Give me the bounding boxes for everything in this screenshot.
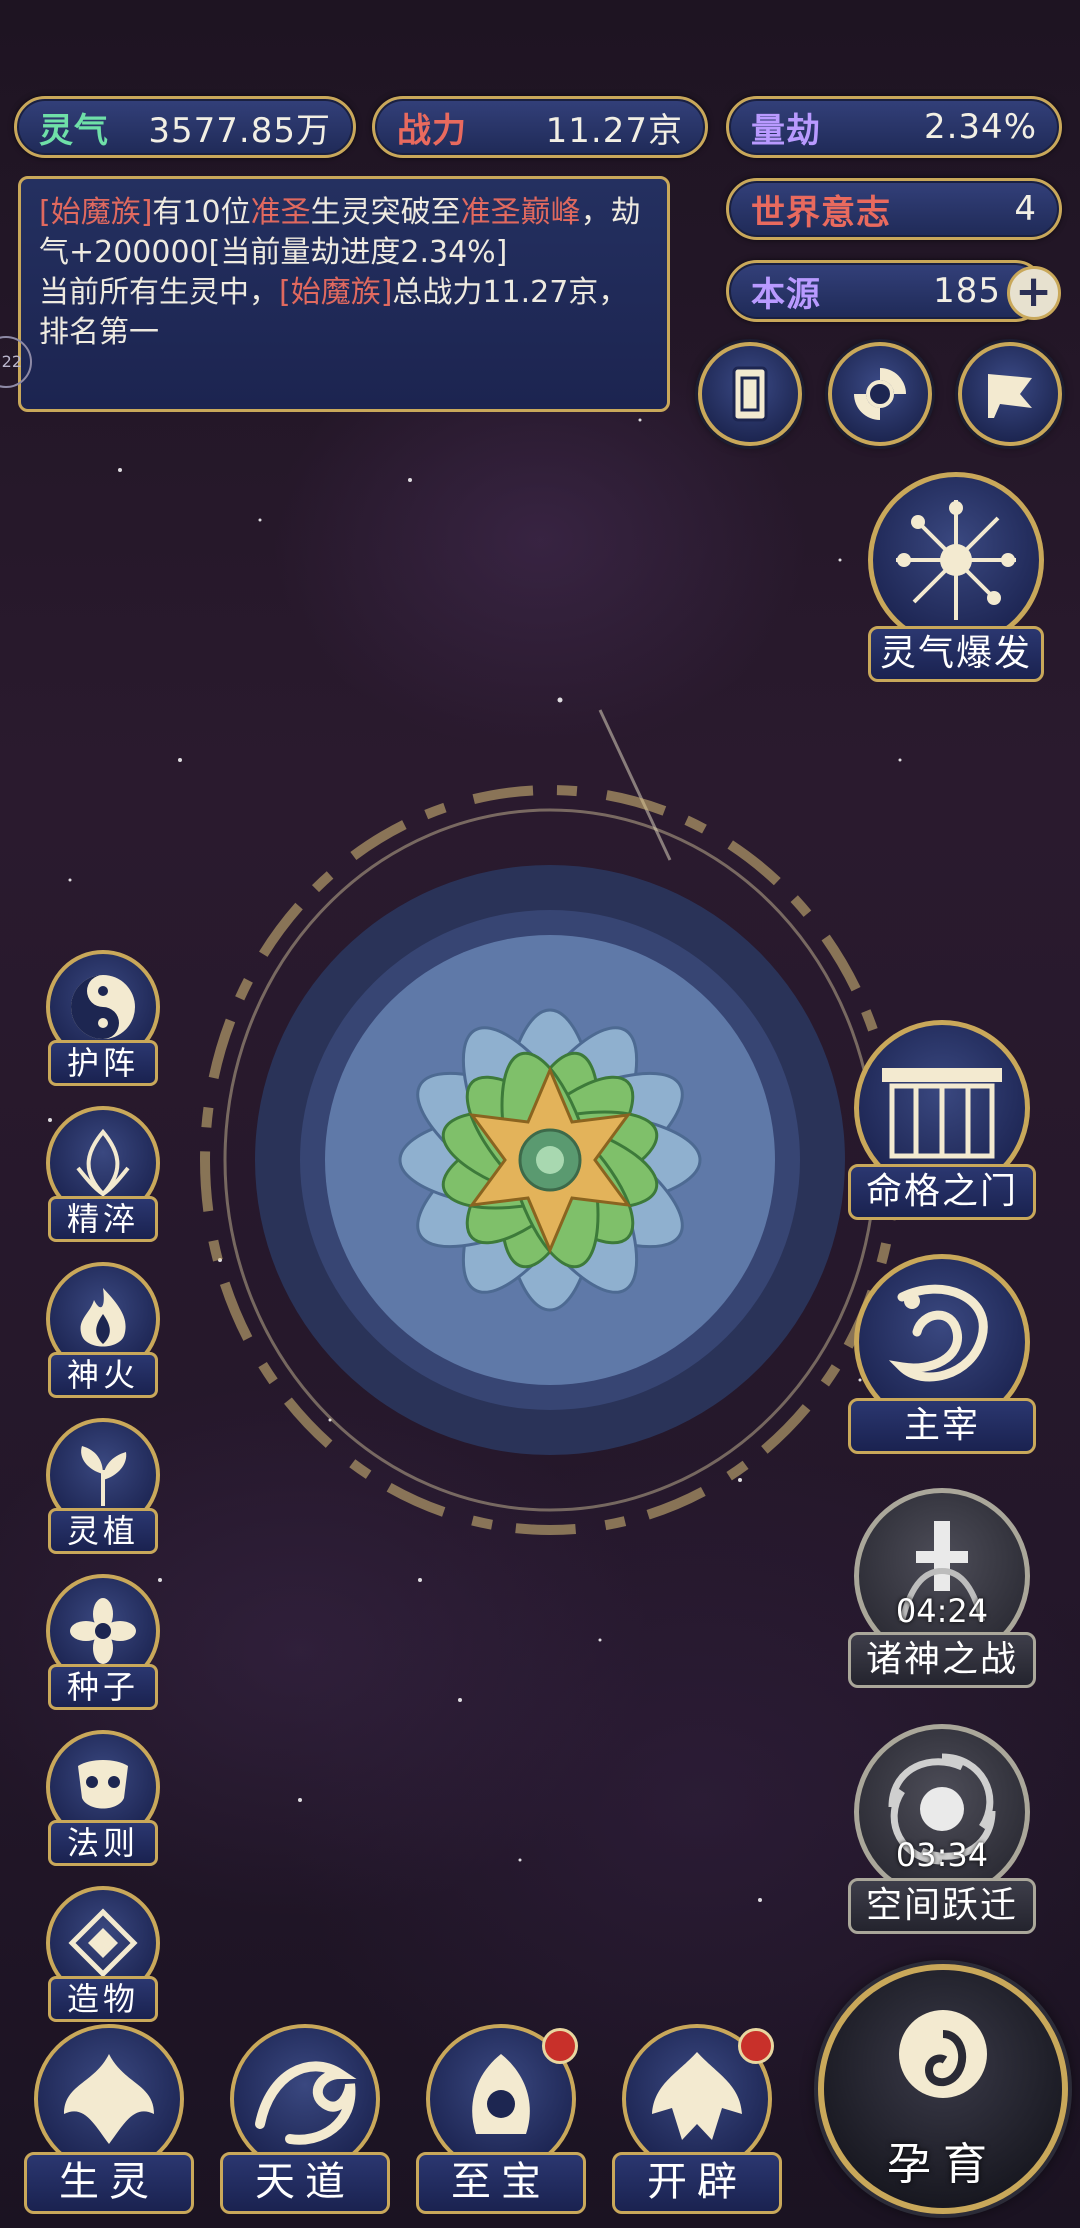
zhanli-stat: 战力 11.27京 [372, 96, 708, 158]
bottom-btn-label: 至宝 [416, 2152, 586, 2214]
bottom-btn-tiandao[interactable]: 天道 [220, 2024, 390, 2214]
gate-icon [882, 1068, 1002, 1159]
world-planet[interactable] [180, 760, 920, 1560]
right-btn-gods-war[interactable]: 04:24 诸神之战 [842, 1488, 1042, 1688]
notification-badge [542, 2028, 578, 2064]
log-text-1b: 生灵突破至 [310, 195, 461, 230]
burst-label: 灵气爆发 [868, 626, 1044, 682]
zhanli-value: 11.27京 [545, 110, 683, 151]
left-btn-shen-huo[interactable]: 神火 [40, 1262, 166, 1398]
bottom-btn-label: 开辟 [612, 2152, 782, 2214]
right-btn-label: 主宰 [848, 1398, 1036, 1454]
right-btn-label: 空间跃迁 [848, 1878, 1036, 1934]
liangjie-value: 2.34% [923, 107, 1037, 147]
axe-icon [652, 2052, 742, 2140]
left-btn-label: 护阵 [48, 1040, 158, 1086]
bottom-btn-label: 生灵 [24, 2152, 194, 2214]
log-tag-1: [始魔族] [39, 195, 153, 230]
yunyu-main-button[interactable]: 孕育 [818, 1964, 1068, 2214]
left-btn-label: 灵植 [48, 1508, 158, 1554]
left-btn-label: 精淬 [48, 1196, 158, 1242]
left-btn-zhong-zi[interactable]: 种子 [40, 1574, 166, 1710]
flag-button[interactable] [958, 342, 1062, 446]
treasure-icon [472, 2054, 530, 2134]
phoenix-icon [64, 2054, 154, 2144]
mask-icon [78, 1760, 128, 1809]
right-btn-mingge-gate[interactable]: 命格之门 [842, 1020, 1042, 1220]
log-tag-2: [始魔族] [279, 275, 393, 310]
yunyu-label: 孕育 [887, 2139, 999, 2190]
burst-button[interactable]: 灵气爆发 [856, 472, 1056, 682]
burst-disc [868, 472, 1044, 648]
left-btn-ling-zhi[interactable]: 灵植 [40, 1418, 166, 1554]
left-btn-jing-cui[interactable]: 精淬 [40, 1106, 166, 1242]
bottom-btn-shengling[interactable]: 生灵 [24, 2024, 194, 2214]
fire-icon [80, 1288, 126, 1347]
plant-icon [81, 1446, 127, 1506]
space-jump-timer: 03:34 [895, 1836, 989, 1874]
event-log: [始魔族]有10位准圣生灵突破至准圣巅峰，劫气+200000[当前量劫进度2.3… [18, 176, 670, 412]
right-btn-space-jump[interactable]: 03:34 空间跃迁 [842, 1724, 1042, 1934]
lingqi-value: 3577.85万 [148, 110, 331, 151]
benyuan-value: 185 [933, 271, 1001, 311]
left-btn-label: 造物 [48, 1976, 158, 2022]
zhanli-label: 战力 [397, 110, 467, 151]
flower-icon [70, 1598, 136, 1664]
right-btn-zhuzai[interactable]: 主宰 [842, 1254, 1042, 1454]
benyuan-stat: 本源 185 + [726, 260, 1061, 322]
log-rank-2: 准圣巅峰 [460, 195, 581, 230]
log-text-2a: 当前所有生灵中， [39, 275, 279, 310]
benyuan-add-button[interactable]: + [1007, 266, 1061, 320]
liangjie-label: 量劫 [751, 110, 821, 151]
left-btn-fa-ze[interactable]: 法则 [40, 1730, 166, 1866]
notification-badge [738, 2028, 774, 2064]
card-icon [732, 366, 768, 422]
left-btn-zao-wu[interactable]: 造物 [40, 1886, 166, 2022]
lingqi-label: 灵气 [39, 110, 109, 151]
right-btn-label: 命格之门 [848, 1164, 1036, 1220]
flag-icon [988, 374, 1032, 418]
bottom-btn-kaipi[interactable]: 开辟 [612, 2024, 782, 2214]
diamond-icon [68, 1908, 138, 1978]
wave-icon [255, 2061, 357, 2145]
world-will-value: 4 [1014, 189, 1037, 229]
log-rank-1: 准圣 [250, 195, 311, 230]
liangjie-stat[interactable]: 量劫 2.34% [726, 96, 1062, 158]
left-btn-label: 种子 [48, 1664, 158, 1710]
starburst-icon [896, 500, 1016, 620]
right-btn-label: 诸神之战 [848, 1632, 1036, 1688]
bottom-btn-label: 天道 [220, 2152, 390, 2214]
left-btn-label: 神火 [48, 1352, 158, 1398]
bottom-btn-zhibao[interactable]: 至宝 [416, 2024, 586, 2214]
log-text-1a: 有10位 [152, 195, 251, 230]
left-btn-label: 法则 [48, 1820, 158, 1866]
benyuan-label: 本源 [751, 274, 821, 315]
dragon-icon [888, 1284, 988, 1382]
vortex-button[interactable] [828, 342, 932, 446]
embryo-icon [899, 2010, 987, 2098]
lotus-flame-icon [76, 1128, 130, 1197]
world-will-stat[interactable]: 世界意志 4 [726, 178, 1062, 240]
lingqi-stat: 灵气 3577.85万 [14, 96, 356, 158]
vortex-icon [854, 368, 906, 420]
taiji-icon [71, 975, 135, 1039]
world-will-label: 世界意志 [751, 192, 891, 233]
card-button[interactable] [698, 342, 802, 446]
left-btn-hu-zhen[interactable]: 护阵 [40, 950, 166, 1086]
gods-war-timer: 04:24 [895, 1592, 989, 1630]
